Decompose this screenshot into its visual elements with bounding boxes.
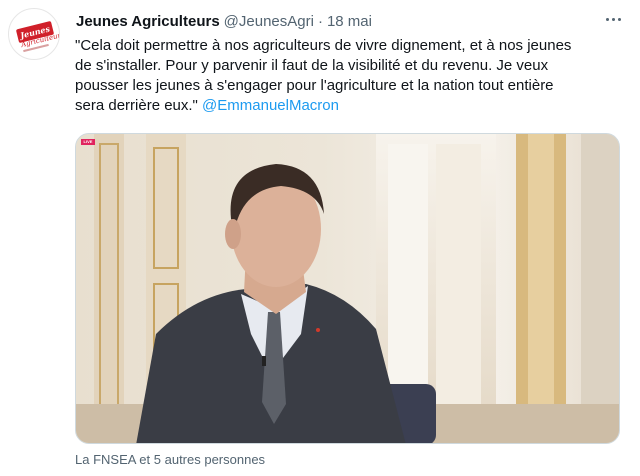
avatar[interactable]: Jeunes Agriculteurs bbox=[8, 8, 60, 60]
tweet[interactable]: Jeunes Agriculteurs Jeunes Agriculteurs … bbox=[0, 0, 640, 476]
live-badge: LIVE bbox=[81, 139, 95, 145]
liked-by-text[interactable]: La FNSEA et 5 autres personnes bbox=[75, 452, 265, 467]
tweet-text: "Cela doit permettre à nos agriculteurs … bbox=[75, 36, 620, 116]
tweet-header: Jeunes Agriculteurs @JeunesAgri · 18 mai bbox=[76, 11, 372, 31]
more-horizontal-icon-dot bbox=[617, 17, 621, 21]
more-options-button[interactable] bbox=[600, 8, 626, 30]
tweet-video[interactable]: LIVE bbox=[75, 133, 620, 444]
tweet-date[interactable]: 18 mai bbox=[327, 13, 372, 30]
mention-link[interactable]: @EmmanuelMacron bbox=[202, 97, 339, 114]
header-separator: · bbox=[317, 12, 323, 30]
more-horizontal-icon-dot bbox=[611, 17, 615, 21]
author-name[interactable]: Jeunes Agriculteurs bbox=[76, 13, 220, 30]
video-frame-illustration bbox=[76, 134, 619, 443]
more-horizontal-icon bbox=[605, 17, 609, 21]
author-handle[interactable]: @JeunesAgri bbox=[224, 13, 314, 30]
